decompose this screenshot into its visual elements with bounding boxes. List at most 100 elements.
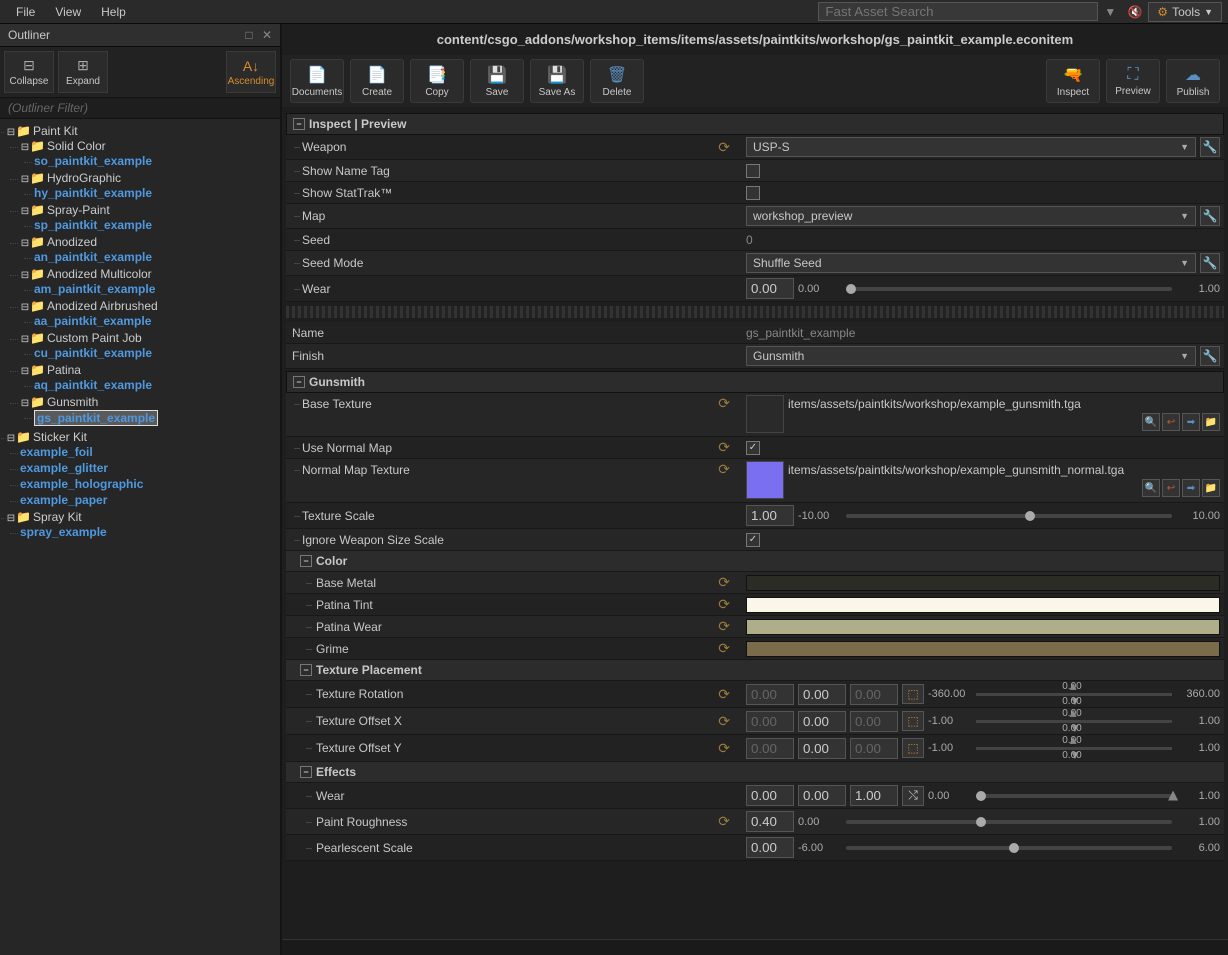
- tree-folder[interactable]: Custom Paint Job: [47, 331, 142, 345]
- rotation-input-1[interactable]: [746, 684, 794, 705]
- tree-folder[interactable]: Sticker Kit: [33, 430, 87, 444]
- texture-scale-input[interactable]: [746, 505, 794, 526]
- ascending-button[interactable]: A↓Ascending: [226, 51, 276, 93]
- base-metal-color[interactable]: [746, 575, 1220, 591]
- rotation-slider[interactable]: 0.00 ▼ ▼ 0.00: [976, 683, 1172, 705]
- inspect-button[interactable]: 🔫Inspect: [1046, 59, 1100, 103]
- tree-item[interactable]: example_glitter: [20, 461, 108, 475]
- link-icon[interactable]: ⬚: [902, 711, 924, 731]
- tree-toggle[interactable]: ⊟: [20, 174, 30, 185]
- collapse-button[interactable]: ⊟Collapse: [4, 51, 54, 93]
- offset-y-input-2[interactable]: [798, 738, 846, 759]
- tree-toggle[interactable]: ⊟: [20, 302, 30, 313]
- texture-preview[interactable]: [746, 395, 784, 433]
- wear2-input-2[interactable]: [798, 785, 846, 806]
- map-dropdown[interactable]: workshop_preview▼: [746, 206, 1196, 226]
- tree-item[interactable]: example_paper: [20, 493, 107, 507]
- tree-item[interactable]: an_paintkit_example: [34, 250, 152, 264]
- tree-toggle[interactable]: ⊟: [20, 142, 30, 153]
- offset-y-input-1[interactable]: [746, 738, 794, 759]
- ignore-size-checkbox[interactable]: ✓: [746, 533, 760, 547]
- refresh-icon[interactable]: ⟳: [718, 574, 730, 591]
- refresh-icon[interactable]: ⟳: [718, 461, 730, 478]
- fast-asset-search-input[interactable]: [818, 2, 1098, 21]
- pearl-slider[interactable]: [846, 846, 1172, 850]
- preview-button[interactable]: ⛶Preview: [1106, 59, 1160, 103]
- refresh-icon[interactable]: ⟳: [718, 395, 730, 412]
- create-button[interactable]: 📄Create: [350, 59, 404, 103]
- wrench-icon[interactable]: 🔧: [1200, 137, 1220, 157]
- rotation-input-3[interactable]: [850, 684, 898, 705]
- horizontal-scrollbar[interactable]: [282, 939, 1228, 955]
- save-button[interactable]: 💾Save: [470, 59, 524, 103]
- show-nametag-checkbox[interactable]: [746, 164, 760, 178]
- tree-item[interactable]: spray_example: [20, 525, 107, 539]
- goto-icon[interactable]: ➡: [1182, 479, 1200, 497]
- tree-folder[interactable]: Spray-Paint: [47, 203, 110, 217]
- tree-folder[interactable]: Spray Kit: [33, 510, 82, 524]
- refresh-icon[interactable]: ⟳: [718, 713, 730, 730]
- documents-button[interactable]: 📄Documents: [290, 59, 344, 103]
- tree-item[interactable]: gs_paintkit_example: [34, 410, 158, 426]
- wear2-slider[interactable]: [976, 794, 1172, 798]
- tree-folder[interactable]: Anodized: [47, 235, 97, 249]
- patina-wear-color[interactable]: [746, 619, 1220, 635]
- section-texture-placement[interactable]: −Texture Placement: [286, 660, 1224, 681]
- tree-toggle[interactable]: ⊟: [20, 270, 30, 281]
- tree-toggle[interactable]: ⊟: [20, 334, 30, 345]
- tree-item[interactable]: so_paintkit_example: [34, 154, 152, 168]
- tree-folder[interactable]: Patina: [47, 363, 81, 377]
- offset-x-input-1[interactable]: [746, 711, 794, 732]
- tree-item[interactable]: sp_paintkit_example: [34, 218, 152, 232]
- weapon-dropdown[interactable]: USP-S▼: [746, 137, 1196, 157]
- tree-toggle[interactable]: ⊟: [6, 433, 16, 444]
- menu-file[interactable]: File: [6, 2, 45, 22]
- wrench-icon[interactable]: 🔧: [1200, 206, 1220, 226]
- menu-help[interactable]: Help: [91, 2, 136, 22]
- tools-button[interactable]: ⚙ Tools ▼: [1148, 2, 1222, 22]
- link-icon[interactable]: ⬚: [902, 738, 924, 758]
- texture-preview[interactable]: [746, 461, 784, 499]
- tree-folder[interactable]: Solid Color: [47, 139, 106, 153]
- tree-folder[interactable]: Anodized Multicolor: [47, 267, 152, 281]
- tree-toggle[interactable]: ⊟: [6, 513, 16, 524]
- patina-tint-color[interactable]: [746, 597, 1220, 613]
- delete-button[interactable]: 🗑Delete: [590, 59, 644, 103]
- browse-icon[interactable]: 📁: [1202, 479, 1220, 497]
- tree-toggle[interactable]: ⊟: [20, 206, 30, 217]
- tree-item[interactable]: example_holographic: [20, 477, 143, 491]
- magnify-icon[interactable]: 🔍: [1142, 479, 1160, 497]
- refresh-icon[interactable]: ⟳: [718, 813, 730, 830]
- tree-toggle[interactable]: ⊟: [20, 366, 30, 377]
- grime-color[interactable]: [746, 641, 1220, 657]
- publish-button[interactable]: ☁Publish: [1166, 59, 1220, 103]
- refresh-icon[interactable]: ⟳: [718, 740, 730, 757]
- tree-item[interactable]: aa_paintkit_example: [34, 314, 151, 328]
- tree-toggle[interactable]: ⊟: [6, 127, 16, 138]
- tree-item[interactable]: hy_paintkit_example: [34, 186, 152, 200]
- refresh-icon[interactable]: ⟳: [718, 686, 730, 703]
- tree-toggle[interactable]: ⊟: [20, 398, 30, 409]
- saveas-button[interactable]: 💾Save As: [530, 59, 584, 103]
- offset-x-input-3[interactable]: [850, 711, 898, 732]
- finish-dropdown[interactable]: Gunsmith▼: [746, 346, 1196, 366]
- wear-input[interactable]: [746, 278, 794, 299]
- refresh-icon[interactable]: ⟳: [718, 439, 730, 456]
- roughness-input[interactable]: [746, 811, 794, 832]
- section-inspect-preview[interactable]: −Inspect | Preview: [286, 113, 1224, 135]
- link-icon[interactable]: ⬚: [902, 684, 924, 704]
- roughness-slider[interactable]: [846, 820, 1172, 824]
- dock-icon[interactable]: □: [245, 28, 252, 42]
- tree-item[interactable]: cu_paintkit_example: [34, 346, 152, 360]
- divider[interactable]: [286, 306, 1224, 318]
- use-normal-checkbox[interactable]: ✓: [746, 441, 760, 455]
- tree-item[interactable]: example_foil: [20, 445, 93, 459]
- pearl-input[interactable]: [746, 837, 794, 858]
- refresh-icon[interactable]: ⟳: [718, 640, 730, 657]
- wear2-input-1[interactable]: [746, 785, 794, 806]
- offset-y-slider[interactable]: 0.00▼ ▼ 0.00: [976, 737, 1172, 759]
- tree-item[interactable]: aq_paintkit_example: [34, 378, 152, 392]
- rotation-input-2[interactable]: [798, 684, 846, 705]
- section-color[interactable]: −Color: [286, 551, 1224, 572]
- section-effects[interactable]: −Effects: [286, 762, 1224, 783]
